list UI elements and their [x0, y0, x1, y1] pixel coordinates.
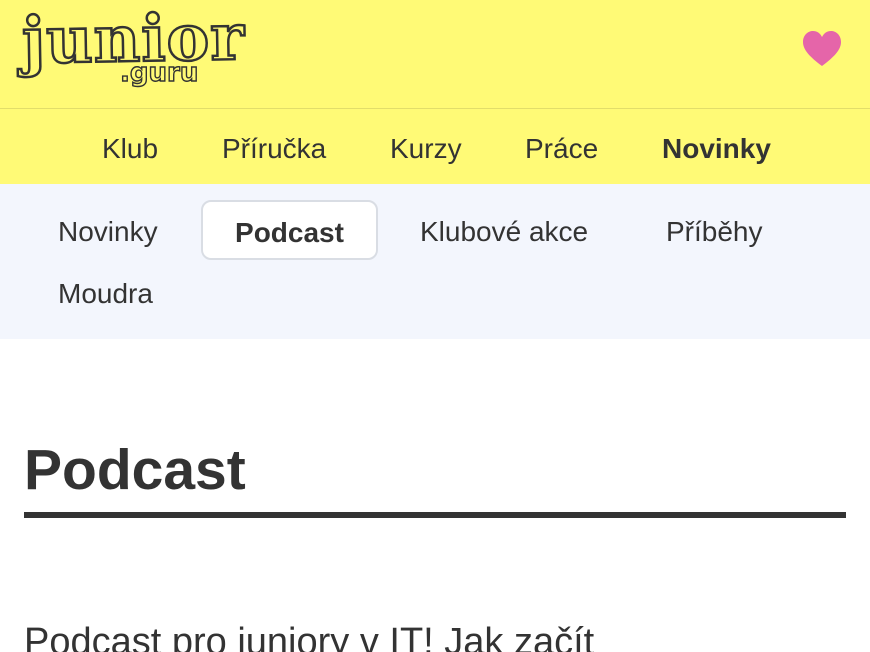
- main-nav-item-prace[interactable]: Práce: [525, 109, 598, 184]
- heart-icon[interactable]: [802, 30, 842, 70]
- main-nav-item-prirucka[interactable]: Příručka: [222, 109, 326, 184]
- site-header: junior .guru: [0, 0, 870, 109]
- page-title: Podcast: [24, 438, 246, 502]
- sub-nav-item-pribehy[interactable]: Příběhy: [666, 201, 763, 261]
- main-nav-item-kurzy[interactable]: Kurzy: [390, 109, 462, 184]
- site-logo[interactable]: junior .guru: [20, 0, 247, 98]
- section-heading: Podcast pro juniory v IT! Jak začít: [24, 621, 595, 652]
- sub-nav-item-moudra[interactable]: Moudra: [58, 263, 153, 323]
- main-navigation: Klub Příručka Kurzy Práce Novinky: [0, 109, 870, 184]
- sub-nav-item-podcast[interactable]: Podcast: [201, 200, 378, 260]
- sub-nav-item-klubove-akce[interactable]: Klubové akce: [420, 201, 588, 261]
- main-nav-item-novinky[interactable]: Novinky: [662, 109, 771, 184]
- title-divider: [24, 512, 846, 518]
- sub-navigation: Novinky Podcast Klubové akce Příběhy Mou…: [0, 184, 870, 339]
- sub-nav-item-novinky[interactable]: Novinky: [58, 201, 158, 261]
- logo-suffix: .guru: [119, 57, 199, 88]
- main-nav-item-klub[interactable]: Klub: [102, 109, 158, 184]
